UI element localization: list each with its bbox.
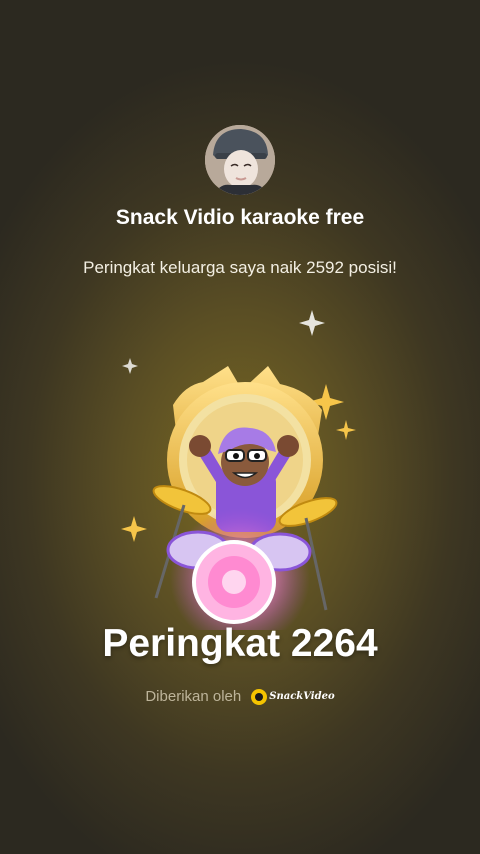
avatar-image (205, 125, 275, 195)
group-name: Snack Vidio karaoke free (115, 206, 365, 229)
level-up-screen: Snack Vidio karaoke free Peringkat kelua… (0, 0, 480, 854)
rank-up-message: Peringkat keluarga saya naik 2592 posisi… (83, 258, 397, 277)
brand-name: SnackVideo (269, 691, 335, 702)
avatar[interactable] (205, 125, 275, 195)
brand-logo: SnackVideo (251, 688, 335, 705)
rank-title: Peringkat 2264 (102, 622, 378, 665)
given-by-label: Diberikan oleh (145, 688, 242, 705)
drummer-badge-icon (121, 310, 356, 630)
snackvideo-logo-icon (251, 688, 268, 705)
given-by-row: Diberikan oleh SnackVideo (0, 688, 480, 705)
